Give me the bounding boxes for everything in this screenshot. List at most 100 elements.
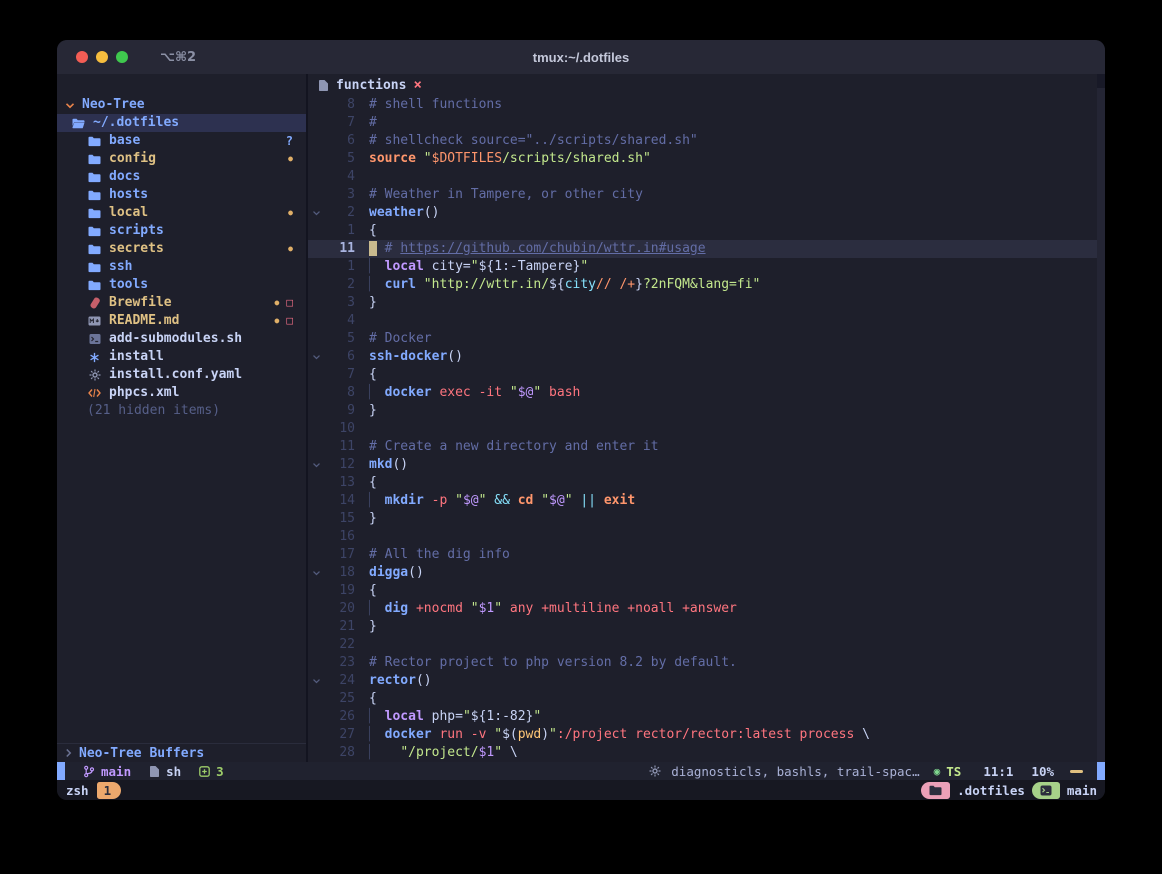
code-line[interactable]: 3# Weather in Tampere, or other city: [308, 186, 1105, 204]
tmux-window-index-badge[interactable]: 1: [97, 782, 122, 799]
code-line[interactable]: 8▏ docker exec -it "$@" bash: [308, 384, 1105, 402]
brew-icon: [87, 297, 102, 309]
fold-chevron-icon[interactable]: [308, 348, 325, 366]
close-icon[interactable]: ×: [413, 78, 421, 92]
tree-item[interactable]: install: [57, 348, 306, 366]
line-number: 24: [325, 672, 355, 690]
line-number: 7: [325, 366, 355, 384]
code-line[interactable]: 1{: [308, 222, 1105, 240]
tree-item[interactable]: Brewfile●□: [57, 294, 306, 312]
code-line[interactable]: 5source "$DOTFILES/scripts/shared.sh": [308, 150, 1105, 168]
code-line[interactable]: 21}: [308, 618, 1105, 636]
mode-indicator-left: [57, 762, 65, 780]
code-text: # Create a new directory and enter it: [369, 438, 659, 456]
code-line[interactable]: 22: [308, 636, 1105, 654]
fold-column: [308, 330, 325, 348]
tree-item[interactable]: base?: [57, 132, 306, 150]
line-number: 28: [325, 744, 355, 762]
code-line[interactable]: 5# Docker: [308, 330, 1105, 348]
treesitter-label: TS: [946, 764, 961, 779]
tree-item[interactable]: local●: [57, 204, 306, 222]
plus-box-icon: [199, 766, 210, 777]
tree-item[interactable]: add-submodules.sh: [57, 330, 306, 348]
code-line[interactable]: 8# shell functions: [308, 96, 1105, 114]
code-line[interactable]: 27▏ docker run -v "$(pwd)":/project rect…: [308, 726, 1105, 744]
fold-chevron-icon[interactable]: [308, 564, 325, 582]
fold-chevron-icon[interactable]: [308, 672, 325, 690]
neotree-buffers-section[interactable]: Neo-Tree Buffers: [57, 743, 306, 762]
tree-item-label: local: [109, 204, 148, 222]
code-line[interactable]: 11 # https://github.com/chubin/wttr.in#u…: [308, 240, 1105, 258]
code-line[interactable]: 14▏ mkdir -p "$@" && cd "$@" || exit: [308, 492, 1105, 510]
neotree-title: Neo-Tree: [82, 96, 145, 114]
scrollbar[interactable]: [1097, 74, 1105, 762]
fold-column: [308, 276, 325, 294]
code-line[interactable]: 7{: [308, 366, 1105, 384]
code-line[interactable]: 17# All the dig info: [308, 546, 1105, 564]
code-line[interactable]: 15}: [308, 510, 1105, 528]
code-line[interactable]: 20▏ dig +nocmd "$1" any +multiline +noal…: [308, 600, 1105, 618]
git-segment: main: [83, 764, 131, 779]
neotree-header: Neo-Tree: [57, 96, 306, 114]
gear-icon: [87, 369, 102, 381]
terminal-window: ⌥⌘2 tmux:~/.dotfiles Neo-Tree ~/.dotfile…: [57, 40, 1105, 800]
tree-item[interactable]: ssh: [57, 258, 306, 276]
tree-item-label: secrets: [109, 240, 164, 258]
code-line[interactable]: 13{: [308, 474, 1105, 492]
fold-column: [308, 222, 325, 240]
code-line[interactable]: 4: [308, 312, 1105, 330]
folder-icon: [87, 208, 102, 219]
fold-chevron-icon[interactable]: [308, 456, 325, 474]
code-line[interactable]: 26▏ local php="${1:-82}": [308, 708, 1105, 726]
code-line[interactable]: 4: [308, 168, 1105, 186]
code-line[interactable]: 28▏ "/project/$1" \: [308, 744, 1105, 762]
folder-icon: [87, 262, 102, 273]
tree-item[interactable]: tools: [57, 276, 306, 294]
scrollbar-thumb[interactable]: [1097, 74, 1105, 88]
code-text: {: [369, 690, 377, 708]
code-text: {: [369, 474, 377, 492]
editor-pane: functions × 8# shell functions7#6# shell…: [308, 74, 1105, 762]
tree-item[interactable]: hosts: [57, 186, 306, 204]
line-number: 2: [325, 276, 355, 294]
code-line[interactable]: 2weather(): [308, 204, 1105, 222]
tree-item[interactable]: phpcs.xml: [57, 384, 306, 402]
code-line[interactable]: 23# Rector project to php version 8.2 by…: [308, 654, 1105, 672]
tree-item[interactable]: install.conf.yaml: [57, 366, 306, 384]
git-status-badge: ●: [288, 240, 293, 258]
fold-chevron-icon[interactable]: [308, 204, 325, 222]
folder-icon: [929, 785, 942, 796]
code-line[interactable]: 6# shellcheck source="../scripts/shared.…: [308, 132, 1105, 150]
code-line[interactable]: 18digga(): [308, 564, 1105, 582]
tree-item[interactable]: scripts: [57, 222, 306, 240]
tree-item[interactable]: README.md●□: [57, 312, 306, 330]
code-line[interactable]: 6ssh-docker(): [308, 348, 1105, 366]
fold-column: [308, 186, 325, 204]
code-line[interactable]: 12mkd(): [308, 456, 1105, 474]
code-text: source "$DOTFILES/scripts/shared.sh": [369, 150, 651, 168]
tree-item-label: scripts: [109, 222, 164, 240]
fold-column: [308, 312, 325, 330]
code-line[interactable]: 11# Create a new directory and enter it: [308, 438, 1105, 456]
code-line[interactable]: 2▏ curl "http://wttr.in/${city// /+}?2nF…: [308, 276, 1105, 294]
tree-item[interactable]: secrets ●: [57, 240, 306, 258]
tree-item[interactable]: config●: [57, 150, 306, 168]
tab-functions[interactable]: functions ×: [308, 74, 432, 96]
code-line[interactable]: 3}: [308, 294, 1105, 312]
code-line[interactable]: 10: [308, 420, 1105, 438]
code-line[interactable]: 16: [308, 528, 1105, 546]
code-line[interactable]: 7#: [308, 114, 1105, 132]
code-line[interactable]: 19{: [308, 582, 1105, 600]
tree-item[interactable]: docs: [57, 168, 306, 186]
tree-item-label: ssh: [109, 258, 132, 276]
fold-column: [308, 420, 325, 438]
tree-root-item[interactable]: ~/.dotfiles: [57, 114, 306, 132]
statusline-right: diagnosticls, bashls, trail-spac… ◉ TS 1…: [649, 762, 1105, 780]
code-line[interactable]: 25{: [308, 690, 1105, 708]
tree-item-label: install.conf.yaml: [109, 366, 242, 384]
code-line[interactable]: 9}: [308, 402, 1105, 420]
code-line[interactable]: 1▏ local city="${1:-Tampere}": [308, 258, 1105, 276]
code-line[interactable]: 24rector(): [308, 672, 1105, 690]
git-added-segment: 3: [199, 764, 224, 779]
asterisk-icon: [87, 352, 102, 363]
